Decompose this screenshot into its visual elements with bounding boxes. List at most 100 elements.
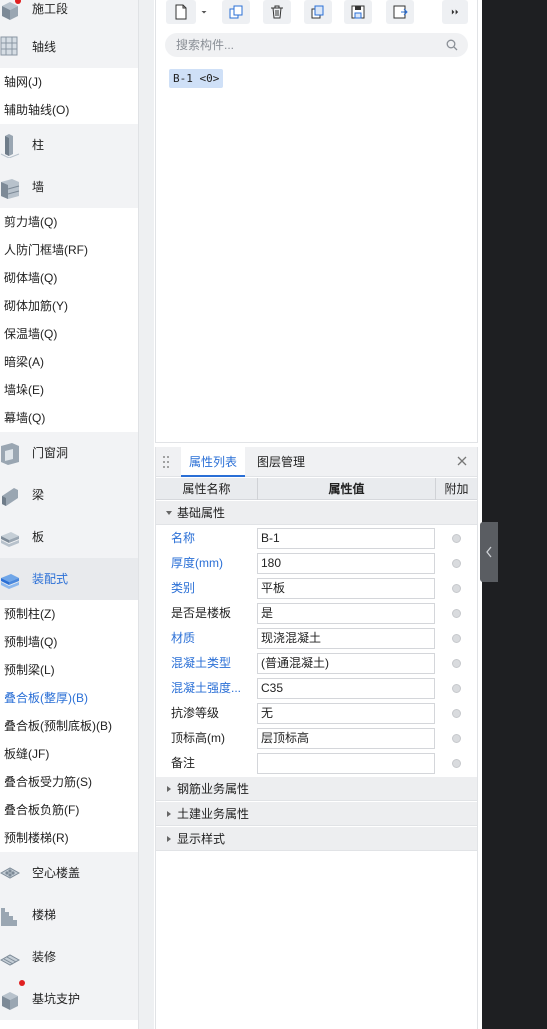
property-value-field[interactable]: 180 — [257, 553, 435, 574]
group-display-style[interactable]: 显示样式 — [156, 827, 477, 851]
close-icon[interactable] — [455, 454, 469, 468]
nav-item-anliang[interactable]: 暗梁(A) — [0, 348, 138, 376]
nav-category-kongxin[interactable]: 空心楼盖 — [0, 852, 138, 894]
property-value-field[interactable]: 平板 — [257, 578, 435, 599]
nav-item-diehe-zhenghou[interactable]: 叠合板(整厚)(B) — [0, 684, 138, 712]
nav-category-jikeng[interactable]: 基坑支护 — [0, 978, 138, 1020]
property-name: 混凝土类型 — [171, 656, 232, 670]
save-component-button[interactable] — [344, 0, 372, 24]
copy-to-floor-button[interactable] — [304, 0, 332, 24]
copy-component-button[interactable] — [222, 0, 250, 24]
nav-category-label: 施工段 — [32, 2, 69, 16]
nav-item-qitijiajin[interactable]: 砌体加筋(Y) — [0, 292, 138, 320]
property-value-field[interactable] — [257, 753, 435, 774]
nav-item-qitiqiang[interactable]: 砌体墙(Q) — [0, 264, 138, 292]
extra-checkbox[interactable] — [452, 759, 461, 768]
component-search — [165, 33, 468, 57]
hollow-floor-icon — [0, 867, 20, 879]
nav-category-zhuangpeishi[interactable]: 装配式 — [0, 558, 138, 600]
nav-item-baowenqiang[interactable]: 保温墙(Q) — [0, 320, 138, 348]
property-name: 厚度(mm) — [171, 556, 223, 570]
property-row: 材质 现浇混凝土 — [156, 626, 477, 651]
nav-item-yuzhizhu[interactable]: 预制柱(Z) — [0, 600, 138, 628]
nav-item-qiangduo[interactable]: 墙垛(E) — [0, 376, 138, 404]
nav-category-ban[interactable]: 板 — [0, 516, 138, 558]
drag-handle-icon[interactable] — [162, 455, 170, 469]
extra-checkbox[interactable] — [452, 634, 461, 643]
property-value-field[interactable]: 无 — [257, 703, 435, 724]
tab-property-list[interactable]: 属性列表 — [181, 447, 246, 477]
new-component-button[interactable] — [166, 0, 196, 24]
nav-category-label: 门窗洞 — [32, 446, 69, 460]
extra-checkbox[interactable] — [452, 734, 461, 743]
extra-checkbox[interactable] — [452, 559, 461, 568]
caret-right-icon — [167, 811, 171, 817]
nav-category-shigongduan[interactable]: 施工段 — [0, 0, 138, 26]
extra-checkbox[interactable] — [452, 709, 461, 718]
left-navigation: 施工段 轴线 轴网(J) 辅助轴线(O) 柱 墙 剪力墙(Q) 人防门框墙(RF… — [0, 0, 138, 1029]
caret-down-icon — [166, 511, 172, 515]
extra-checkbox[interactable] — [452, 684, 461, 693]
nav-category-label: 板 — [32, 530, 45, 544]
nav-category-menchuangdong[interactable]: 门窗洞 — [0, 432, 138, 474]
prefab-icon — [1, 574, 19, 589]
property-value-field[interactable]: B-1 — [257, 528, 435, 549]
nav-item-fuzhu-zhouxian[interactable]: 辅助轴线(O) — [0, 96, 138, 124]
search-input[interactable] — [165, 33, 425, 57]
tab-layer-management[interactable]: 图层管理 — [249, 447, 313, 477]
nav-item-renfang[interactable]: 人防门框墙(RF) — [0, 236, 138, 264]
nav-category-label: 楼梯 — [32, 908, 57, 922]
decoration-icon — [0, 954, 20, 966]
delete-component-button[interactable] — [263, 0, 291, 24]
group-basic-properties[interactable]: 基础属性 — [156, 501, 477, 525]
property-row: 备注 — [156, 751, 477, 776]
nav-item-yuzhiliang[interactable]: 预制梁(L) — [0, 656, 138, 684]
collapse-panel-button[interactable] — [480, 522, 498, 582]
layers-copy-icon — [311, 5, 324, 19]
nav-item-jianliqiang[interactable]: 剪力墙(Q) — [0, 208, 138, 236]
door-window-icon — [1, 443, 19, 465]
group-civil-properties[interactable]: 土建业务属性 — [156, 802, 477, 826]
column-header-name: 属性名称 — [182, 482, 231, 496]
group-rebar-properties[interactable]: 钢筋业务属性 — [156, 777, 477, 801]
nav-category-liang[interactable]: 梁 — [0, 474, 138, 516]
nav-category-zhu[interactable]: 柱 — [0, 124, 138, 166]
property-value-field[interactable]: 是 — [257, 603, 435, 624]
nav-item-diehe-yuzhi[interactable]: 叠合板(预制底板)(B) — [0, 712, 138, 740]
more-tools-button[interactable] — [442, 0, 468, 24]
nav-category-label: 装修 — [32, 950, 57, 964]
left-nav-scrollbar[interactable] — [138, 0, 154, 1029]
nav-category-zhuangxiu[interactable]: 装修 — [0, 936, 138, 978]
property-value-field[interactable]: 现浇混凝土 — [257, 628, 435, 649]
extra-checkbox[interactable] — [452, 534, 461, 543]
component-item-selected[interactable]: B-1 <0> — [169, 69, 224, 88]
group-label: 土建业务属性 — [177, 807, 250, 821]
chevron-left-icon — [486, 546, 492, 558]
nav-category-zhouxian[interactable]: 轴线 — [0, 26, 138, 68]
group-label: 基础属性 — [177, 506, 226, 520]
nav-item-yuzhi-louti[interactable]: 预制楼梯(R) — [0, 824, 138, 852]
extra-checkbox[interactable] — [452, 659, 461, 668]
nav-item-yuzhiqiang[interactable]: 预制墙(Q) — [0, 628, 138, 656]
extract-component-button[interactable] — [386, 0, 414, 24]
column-icon — [0, 134, 20, 158]
nav-category-qiang[interactable]: 墙 — [0, 166, 138, 208]
nav-item-diehe-fujin[interactable]: 叠合板负筋(F) — [0, 796, 138, 824]
property-value-field[interactable]: C35 — [257, 678, 435, 699]
chevron-down-icon — [201, 11, 207, 14]
component-list-panel: B-1 <0> — [155, 0, 478, 443]
save-icon — [351, 5, 365, 19]
extra-checkbox[interactable] — [452, 609, 461, 618]
search-icon[interactable] — [446, 39, 458, 51]
pit-support-icon — [2, 992, 18, 1010]
nav-item-zhouwang[interactable]: 轴网(J) — [0, 68, 138, 96]
new-dropdown-button[interactable] — [198, 0, 210, 24]
property-value-field[interactable]: (普通混凝土) — [257, 653, 435, 674]
nav-item-banfeng[interactable]: 板缝(JF) — [0, 740, 138, 768]
nav-category-louti[interactable]: 楼梯 — [0, 894, 138, 936]
property-value-field[interactable]: 层顶标高 — [257, 728, 435, 749]
nav-item-muqiang[interactable]: 幕墙(Q) — [0, 404, 138, 432]
nav-item-diehe-shouli[interactable]: 叠合板受力筋(S) — [0, 768, 138, 796]
property-name: 类别 — [171, 581, 196, 595]
extra-checkbox[interactable] — [452, 584, 461, 593]
